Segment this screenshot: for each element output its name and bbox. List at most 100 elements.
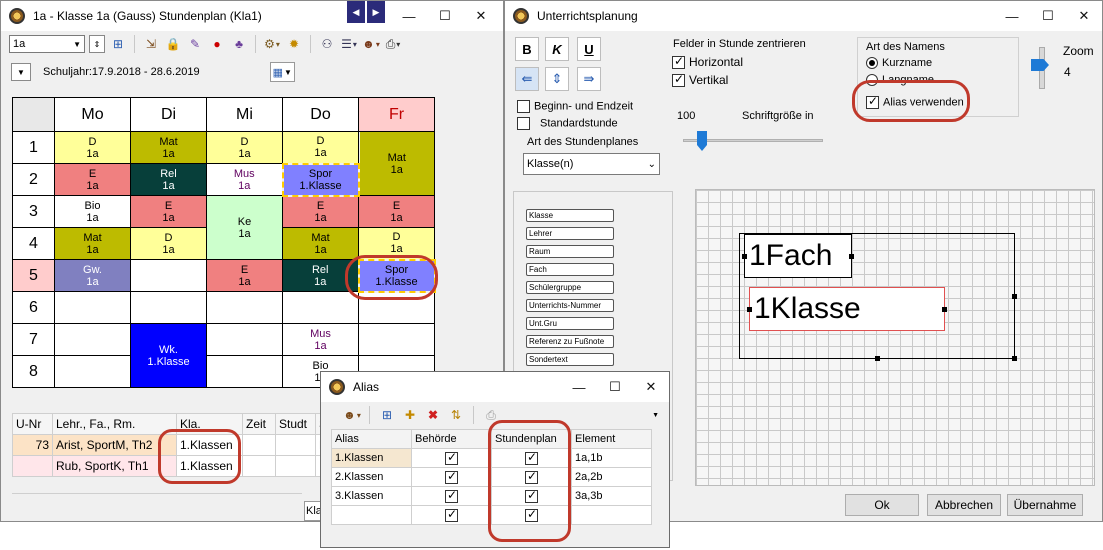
pin-icon[interactable]: ● [208,35,226,53]
font-size-slider-thumb[interactable] [697,131,707,151]
lesson-cell[interactable]: E 1a [54,163,131,196]
people-icon[interactable]: ☻ ▾ [343,406,361,424]
column-header[interactable]: Kla. [176,413,243,435]
checkbox-checked[interactable] [525,507,538,522]
element-cell[interactable]: 2a,2b [571,467,652,487]
field-item[interactable]: Sondertext [526,353,614,366]
table-row[interactable]: Rub, SportK, Th1 1.Klassen [12,455,346,477]
delete-icon[interactable]: ✖ [424,406,442,424]
close-button[interactable]: ✕ [1066,1,1102,31]
resize-handle[interactable] [849,254,854,259]
gear-icon[interactable]: ✹ [285,35,303,53]
lesson-cell[interactable]: E 1a [130,195,207,228]
field-item[interactable]: Fach [526,263,614,276]
resize-handle[interactable] [1012,356,1017,361]
timetable-cell[interactable] [491,448,572,468]
empty-cell[interactable] [54,323,131,356]
authority-cell[interactable] [411,448,492,468]
lesson-cell-sport[interactable]: Spor 1.Klasse [357,258,436,293]
empty-cell[interactable] [54,355,131,388]
authority-cell[interactable] [411,486,492,506]
lesson-cell[interactable]: E 1a [358,195,435,228]
minimize-button[interactable]: — [561,372,597,402]
align-right-icon[interactable]: ⇛ [577,67,601,91]
preview-fach-field[interactable]: 1Fach [744,234,852,278]
plan-type-select[interactable]: Klasse(n) ⌄ [523,153,660,175]
field-item[interactable]: Raum [526,245,614,258]
lesson-cell[interactable]: E 1a [282,195,359,228]
class-select[interactable]: 1a ▼ [9,35,85,53]
prev-arrow-icon[interactable]: ◀ [347,1,365,23]
lesson-cell[interactable]: Ke 1a [206,195,283,260]
table-row[interactable]: 2.Klassen 2a,2b [331,467,652,487]
timetable-cell[interactable] [491,486,572,506]
resize-handle[interactable] [747,307,752,312]
authority-cell[interactable] [411,467,492,487]
lesson-cell[interactable]: Mat 1a [358,131,435,196]
brush-icon[interactable]: ✎ [186,35,204,53]
checkbox-checked[interactable] [525,450,538,465]
calendar-picker[interactable]: ▦ ▼ [269,62,295,82]
chevron-down-icon[interactable]: ▼ [652,412,659,419]
column-header[interactable]: U-Nr [12,413,53,435]
print-icon[interactable]: ⎙ [482,406,500,424]
layout-canvas[interactable]: 1Fach 1Klasse [695,189,1095,486]
checkbox-checked[interactable] [445,488,458,503]
checkbox-checked[interactable] [525,469,538,484]
next-arrow-icon[interactable]: ▶ [367,1,385,23]
checkbox-checked[interactable] [445,450,458,465]
empty-cell[interactable] [130,259,207,292]
lesson-cell[interactable]: D 1a [54,131,131,164]
lesson-cell[interactable]: Mus 1a [282,323,359,356]
chevron-down-icon[interactable]: ▼ [11,63,31,81]
close-button[interactable]: ✕ [633,372,669,402]
alias-cell[interactable] [331,505,412,525]
lesson-cell[interactable]: E 1a [206,259,283,292]
lesson-cell[interactable]: Bio1a [54,195,131,228]
checkbox-checked[interactable] [672,72,685,88]
checkbox-unchecked[interactable] [517,100,530,113]
empty-cell[interactable] [282,291,359,324]
lesson-cell[interactable]: Mat 1a [282,227,359,260]
lesson-cell[interactable]: D 1a [282,131,359,164]
empty-cell[interactable] [54,291,131,324]
field-item[interactable]: Unt.Gru [526,317,614,330]
resize-handle[interactable] [742,254,747,259]
italic-button[interactable]: K [545,37,569,61]
people-icon[interactable]: ☻ ▾ [362,35,380,53]
resize-handle[interactable] [942,307,947,312]
minimize-button[interactable]: — [994,1,1030,31]
checkbox-checked[interactable] [672,54,685,70]
align-center-icon[interactable]: ⇕ [545,67,569,91]
empty-cell[interactable] [130,291,207,324]
spin-icon[interactable]: ⇕ [89,35,105,53]
element-cell[interactable]: 1a,1b [571,448,652,468]
timetable-cell[interactable] [491,505,572,525]
lesson-cell-sport[interactable]: Spor 1.Klasse [281,162,360,197]
lesson-cell[interactable]: Gw. 1a [54,259,131,292]
empty-cell[interactable] [358,291,435,324]
alias-cell[interactable]: 1.Klassen [331,448,412,468]
lesson-cell[interactable]: Rel 1a [282,259,359,292]
alias-checkbox[interactable]: Alias verwenden [866,94,964,109]
vertical-checkbox[interactable]: Vertikal [672,72,728,88]
maximize-button[interactable]: ☐ [427,1,463,31]
align-left-icon[interactable]: ⇚ [515,67,539,91]
maximize-button[interactable]: ☐ [1030,1,1066,31]
empty-cell[interactable] [206,355,283,388]
column-header[interactable]: Stundenplan [491,429,572,449]
field-item[interactable]: Lehrer [526,227,614,240]
column-header[interactable]: Element [571,429,652,449]
empty-cell[interactable] [358,323,435,356]
horizontal-checkbox[interactable]: Horizontal [672,54,743,70]
grid-icon[interactable]: ⊞ [109,35,127,53]
column-header[interactable]: Zeit [242,413,276,435]
lesson-cell[interactable]: D 1a [358,227,435,260]
apply-button[interactable]: Übernahme [1007,494,1083,516]
begin-end-checkbox[interactable]: Beginn- und Endzeit [517,100,633,113]
lock-icon[interactable]: 🔒 [164,35,182,53]
bold-button[interactable]: B [515,37,539,61]
checkbox-checked[interactable] [445,469,458,484]
standard-hour-checkbox[interactable]: Standardstunde [517,117,618,130]
short-name-radio[interactable]: Kurzname [866,57,932,70]
